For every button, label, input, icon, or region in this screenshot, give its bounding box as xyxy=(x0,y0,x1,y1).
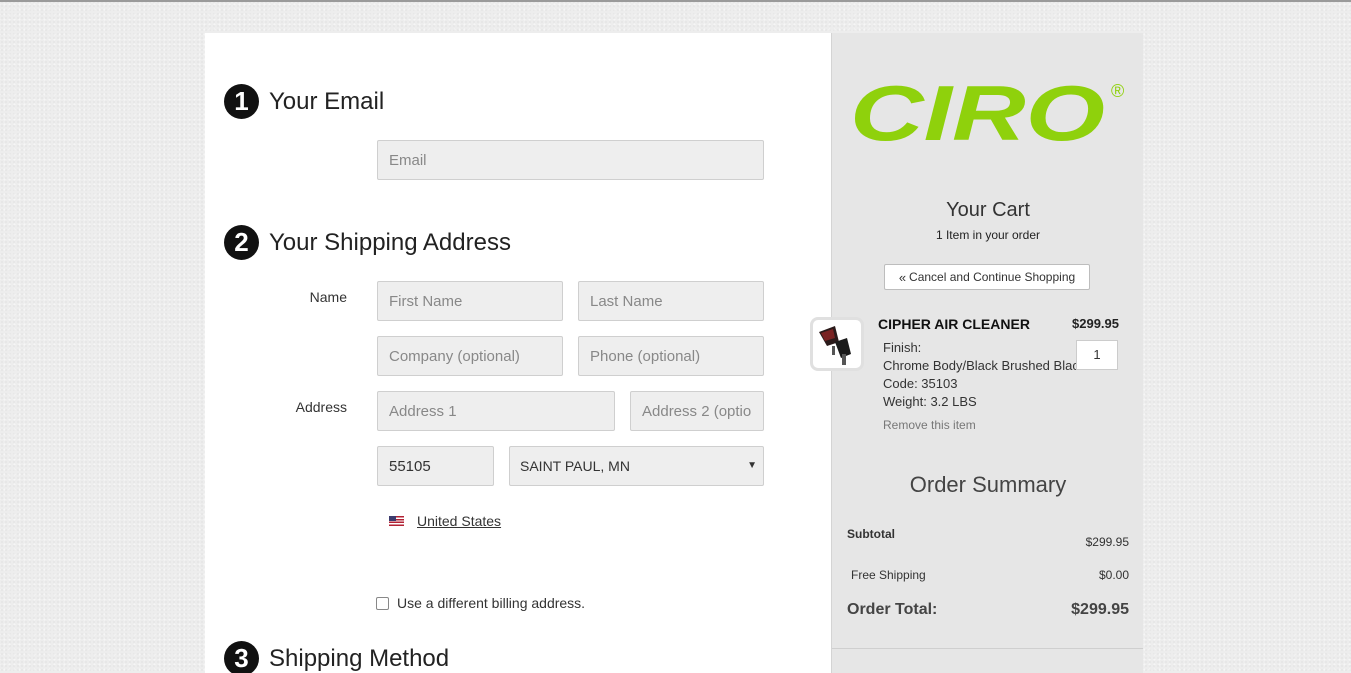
step-number: 3 xyxy=(224,641,259,673)
cart-subtitle: 1 Item in your order xyxy=(935,228,1041,242)
product-weight: Weight: 3.2 LBS xyxy=(883,394,977,409)
billing-checkbox[interactable] xyxy=(376,596,389,610)
registered-mark: ® xyxy=(1111,81,1125,101)
product-finish-value: Chrome Body/Black Brushed Black xyxy=(883,358,1079,373)
address1-input[interactable] xyxy=(377,391,615,431)
order-total-value: $299.95 xyxy=(1071,601,1129,618)
quantity-input[interactable]: 1 xyxy=(1076,340,1118,370)
cart-panel: CIRO ® Your Cart 1 Item in your order « … xyxy=(810,33,1143,673)
step-title: Your Email xyxy=(269,87,385,115)
step-title: Shipping Method xyxy=(269,644,450,672)
product-thumbnail xyxy=(810,317,864,371)
checkout-container: 1 Your Email 2 Your Shipping Address Nam… xyxy=(205,33,1143,673)
product-name: CIPHER AIR CLEANER xyxy=(878,316,1030,332)
shipping-label: Free Shipping xyxy=(851,568,926,582)
double-chevron-left-icon: « xyxy=(898,269,907,285)
city-state-value: SAINT PAUL, MN xyxy=(520,458,630,474)
order-summary-title: Order Summary xyxy=(909,472,1067,497)
product-code: Code: 35103 xyxy=(883,376,958,391)
last-name-input[interactable] xyxy=(578,281,764,321)
subtotal-value: $299.95 xyxy=(1085,535,1129,549)
dropdown-caret-icon: ▼ xyxy=(747,460,757,471)
step-title: Your Shipping Address xyxy=(269,228,511,256)
product-finish-label: Finish: xyxy=(883,340,922,355)
company-input[interactable] xyxy=(377,336,563,376)
order-total-label: Order Total: xyxy=(847,601,938,618)
remove-item-link[interactable]: Remove this item xyxy=(883,418,976,432)
name-label: Name xyxy=(309,289,347,305)
address2-input[interactable] xyxy=(630,391,764,431)
country-link[interactable]: United States xyxy=(417,513,501,529)
address-label: Address xyxy=(295,399,347,415)
step-number: 2 xyxy=(224,225,259,260)
ciro-logo: CIRO xyxy=(850,77,1105,147)
city-state-select[interactable]: SAINT PAUL, MN ▼ xyxy=(509,446,764,486)
air-cleaner-image-icon xyxy=(819,326,851,365)
step-email-header: 1 Your Email xyxy=(224,84,384,119)
cancel-label: Cancel and Continue Shopping xyxy=(909,270,1076,284)
step-number: 1 xyxy=(224,84,259,119)
country-selector[interactable]: United States xyxy=(389,513,501,529)
billing-label: Use a different billing address. xyxy=(397,595,586,611)
browser-top-border xyxy=(0,0,1351,2)
checkout-form: 1 Your Email 2 Your Shipping Address Nam… xyxy=(205,33,831,673)
email-input[interactable] xyxy=(377,140,764,180)
cancel-continue-shopping-button[interactable]: « Cancel and Continue Shopping xyxy=(884,264,1090,290)
subtotal-label: Subtotal xyxy=(847,527,895,541)
first-name-input[interactable] xyxy=(377,281,563,321)
logo-text: CIRO xyxy=(850,77,1105,147)
zip-input[interactable] xyxy=(377,446,494,486)
us-flag-icon xyxy=(389,516,404,526)
step-shipping-method-header: 3 Shipping Method xyxy=(224,641,449,673)
divider xyxy=(832,648,1143,649)
billing-option[interactable]: Use a different billing address. xyxy=(376,595,585,611)
step-shipping-header: 2 Your Shipping Address xyxy=(224,225,511,260)
shipping-value: $0.00 xyxy=(1098,568,1129,582)
product-price: $299.95 xyxy=(1072,316,1119,331)
cart-title: Your Cart xyxy=(946,199,1030,221)
phone-input[interactable] xyxy=(578,336,764,376)
